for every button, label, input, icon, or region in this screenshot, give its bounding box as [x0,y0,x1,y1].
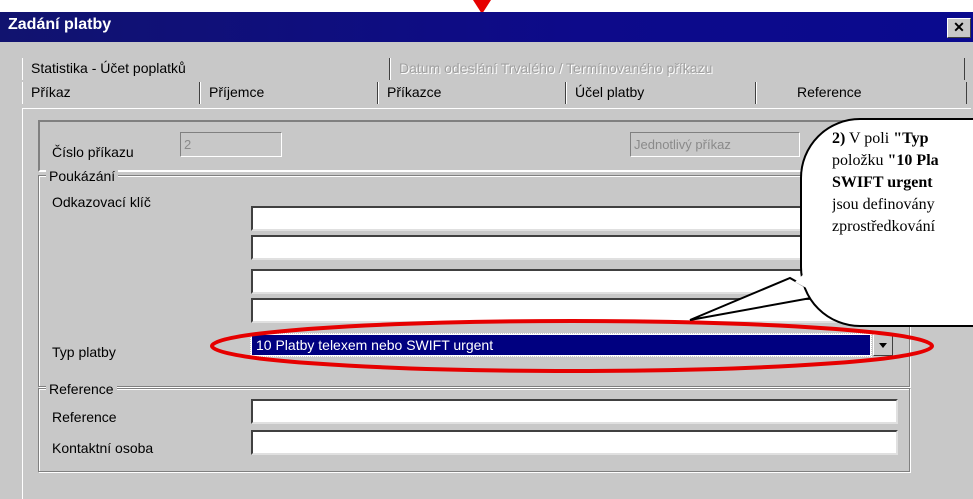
callout-pointer-mask [795,272,818,294]
callout-pointer-join [795,272,818,294]
callout-fragment: V poli [845,130,894,147]
callout-line-3: SWIFT urgent [832,172,973,194]
callout-line-2: položku "10 Pla [832,150,973,172]
callout-fragment: zprostředkování [832,218,936,235]
callout-fragment: "10 Pla [887,152,939,169]
callout-line-4: jsou definovány [832,194,973,216]
callout-text: 2) V poli "Typ položku "10 Pla SWIFT urg… [832,128,973,238]
callout-fragment: jsou definovány [832,196,935,213]
callout-fragment: položku [832,152,888,169]
callout-step: 2) [832,130,846,147]
callout-fragment: SWIFT urgent [832,174,933,191]
callout-fragment: "Typ [893,130,929,147]
callout-line-5: zprostředkování [832,216,973,238]
callout-line-1: 2) V poli "Typ [832,128,973,150]
